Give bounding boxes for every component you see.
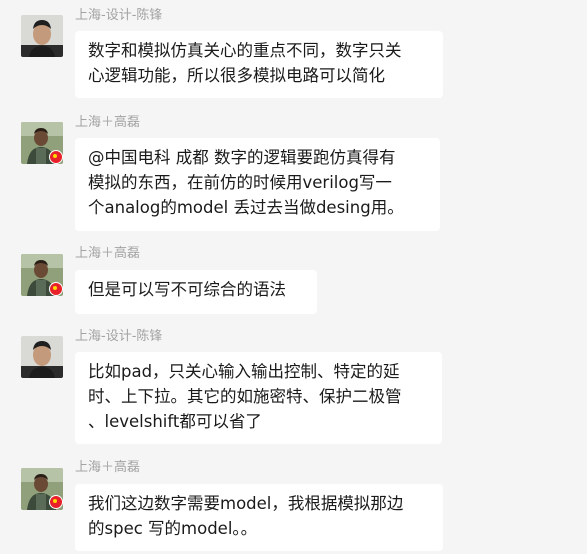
- sender-name: 上海＋高磊: [75, 246, 141, 261]
- man-portrait-avatar[interactable]: [21, 15, 63, 57]
- china-flag-icon: [49, 282, 63, 296]
- sender-name: 上海＋高磊: [75, 460, 141, 475]
- sender-name: 上海-设计-陈锋: [75, 329, 163, 344]
- china-flag-icon: [49, 150, 63, 164]
- message-bubble: 数字和模拟仿真关心的重点不同，数字只关 心逻辑功能，所以很多模拟电路可以简化: [75, 31, 443, 98]
- sender-name: 上海-设计-陈锋: [75, 8, 163, 23]
- china-flag-icon: [49, 495, 63, 509]
- sender-name: 上海＋高磊: [75, 115, 141, 130]
- message-bubble: @中国电科 成都 数字的逻辑要跑仿真得有 模拟的东西，在前仿的时候用verilo…: [75, 138, 440, 231]
- message-bubble: 比如pad，只关心输入输出控制、特定的延 时、上下拉。其它的如施密特、保护二极管…: [75, 352, 442, 444]
- message-bubble: 我们这边数字需要model，我根据模拟那边 的spec 写的model。。: [75, 484, 443, 551]
- message-bubble: 但是可以写不可综合的语法: [75, 270, 317, 314]
- man-portrait-avatar[interactable]: [21, 336, 63, 378]
